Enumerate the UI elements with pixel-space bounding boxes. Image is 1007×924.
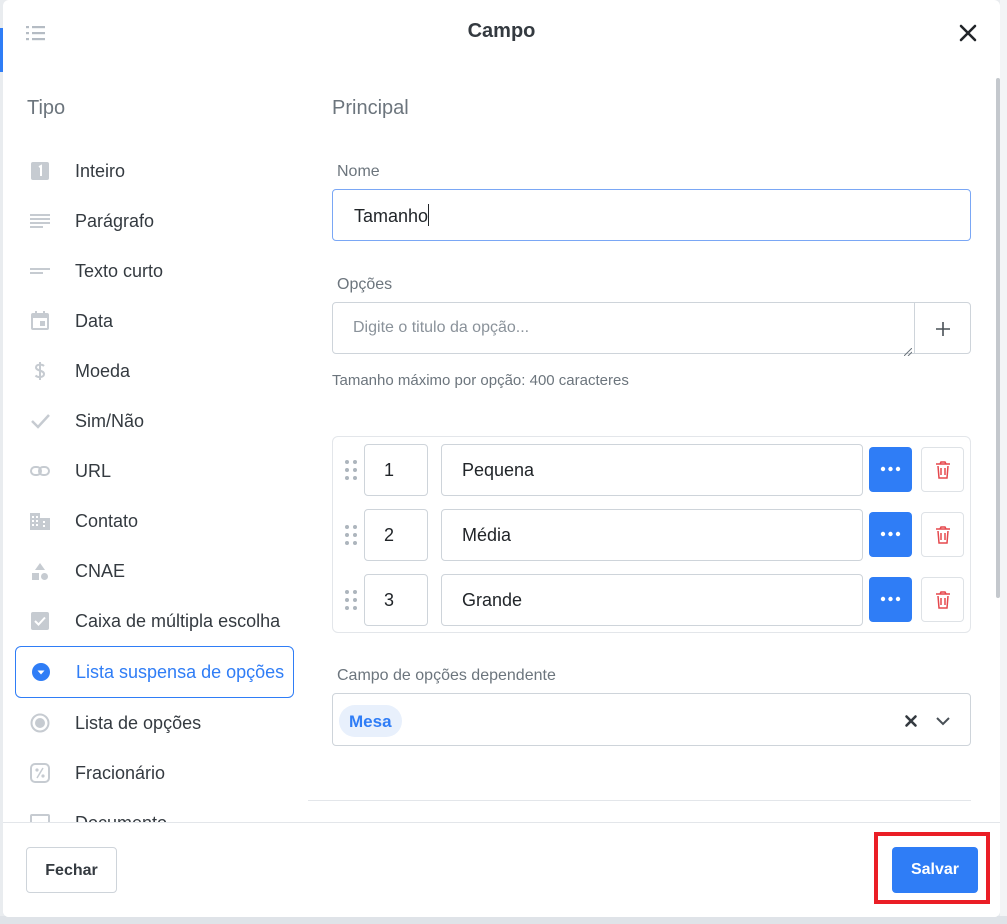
dollar-icon xyxy=(30,361,50,381)
option-delete-button[interactable] xyxy=(921,512,964,557)
document-icon xyxy=(30,813,50,822)
type-item-data[interactable]: Data xyxy=(15,296,294,346)
option-number-input[interactable]: 1 xyxy=(364,444,428,496)
dependent-field-select[interactable]: Mesa xyxy=(332,693,971,746)
options-hint: Tamanho máximo por opção: 400 caracteres xyxy=(332,372,629,389)
type-item-lista-suspensa[interactable]: Lista suspensa de opções xyxy=(15,646,294,698)
modal-title: Campo xyxy=(467,20,536,42)
option-name-input[interactable]: Média xyxy=(441,509,863,561)
type-label: CNAE xyxy=(75,561,126,581)
ellipsis-icon xyxy=(880,596,901,602)
type-item-contato[interactable]: Contato xyxy=(15,496,294,546)
type-list: Inteiro Parágrafo Texto curto Data Moeda xyxy=(15,146,295,822)
ellipsis-icon xyxy=(880,466,901,472)
type-label: Contato xyxy=(75,511,139,531)
option-name-input[interactable]: Pequena xyxy=(441,444,863,496)
option-row: 1 Pequena xyxy=(333,444,970,496)
modal-header: Campo xyxy=(3,0,1000,66)
type-label: Fracionário xyxy=(75,763,166,783)
type-item-lista-opcoes[interactable]: Lista de opções xyxy=(15,698,294,748)
scrollbar[interactable] xyxy=(996,78,1000,598)
building-icon xyxy=(30,511,50,531)
drag-handle-icon[interactable] xyxy=(343,523,359,547)
option-more-button[interactable] xyxy=(869,512,912,557)
section-heading: Principal xyxy=(332,97,409,119)
background-page-bottom xyxy=(0,916,1007,924)
close-icon[interactable] xyxy=(955,20,981,46)
type-label: Moeda xyxy=(75,361,131,381)
option-row: 2 Média xyxy=(333,509,970,561)
type-label: Lista de opções xyxy=(75,713,202,733)
option-row: 3 Grande xyxy=(333,574,970,626)
drag-handle-icon[interactable] xyxy=(343,458,359,482)
type-label: Inteiro xyxy=(75,161,126,181)
option-title-textarea[interactable]: Digite o titulo da opção... xyxy=(332,302,915,357)
add-option-button[interactable] xyxy=(914,302,971,354)
type-item-fracionario[interactable]: Fracionário xyxy=(15,748,294,798)
options-label: Opções xyxy=(337,276,393,293)
type-label: Parágrafo xyxy=(75,211,155,231)
background-page-edge xyxy=(1000,0,1007,924)
type-label: Sim/Não xyxy=(75,411,145,431)
radio-icon xyxy=(30,713,50,733)
field-modal: Campo Tipo Inteiro Parágrafo Texto curto xyxy=(3,0,1000,917)
type-item-texto-curto[interactable]: Texto curto xyxy=(15,246,294,296)
option-delete-button[interactable] xyxy=(921,447,964,492)
shapes-icon xyxy=(30,561,50,581)
type-label: Lista suspensa de opções xyxy=(76,662,285,682)
type-item-url[interactable]: URL xyxy=(15,446,294,496)
dropdown-circle-icon xyxy=(31,662,51,682)
type-label: Documento xyxy=(75,813,167,822)
option-delete-button[interactable] xyxy=(921,577,964,622)
name-value: Tamanho xyxy=(354,206,429,226)
modal-footer: Fechar Salvar xyxy=(3,822,1000,917)
number-one-icon xyxy=(30,161,50,181)
trash-icon xyxy=(936,526,950,544)
fraction-icon xyxy=(30,763,50,783)
type-label: Caixa de múltipla escolha xyxy=(75,611,281,631)
type-label: Data xyxy=(75,311,114,331)
option-placeholder: Digite o titulo da opção... xyxy=(353,319,530,336)
type-item-sim-nao[interactable]: Sim/Não xyxy=(15,396,294,446)
divider xyxy=(308,800,971,801)
selected-chip: Mesa xyxy=(339,705,402,737)
paragraph-icon xyxy=(30,211,50,231)
name-input[interactable]: Tamanho xyxy=(332,189,971,241)
type-label: URL xyxy=(75,461,112,481)
link-icon xyxy=(30,461,50,481)
type-label: Texto curto xyxy=(75,261,164,281)
resize-handle-icon[interactable] xyxy=(903,343,913,357)
ellipsis-icon xyxy=(880,531,901,537)
checkbox-icon xyxy=(30,611,50,631)
option-number-input[interactable]: 3 xyxy=(364,574,428,626)
clear-icon[interactable] xyxy=(903,713,919,729)
type-item-cnae[interactable]: CNAE xyxy=(15,546,294,596)
short-text-icon xyxy=(30,261,50,281)
type-heading: Tipo xyxy=(27,97,66,119)
check-icon xyxy=(30,411,50,431)
type-item-inteiro[interactable]: Inteiro xyxy=(15,146,294,196)
trash-icon xyxy=(936,461,950,479)
plus-icon xyxy=(936,322,950,336)
text-caret xyxy=(428,204,430,226)
name-label: Nome xyxy=(337,163,380,180)
trash-icon xyxy=(936,591,950,609)
type-item-caixa-multipla[interactable]: Caixa de múltipla escolha xyxy=(15,596,294,646)
type-item-documento[interactable]: Documento xyxy=(15,798,294,822)
option-more-button[interactable] xyxy=(869,577,912,622)
dependent-field-label: Campo de opções dependente xyxy=(337,667,556,684)
save-button[interactable]: Salvar xyxy=(892,847,978,893)
options-list: 1 Pequena 2 Média 3 Grande xyxy=(332,436,971,633)
type-item-moeda[interactable]: Moeda xyxy=(15,346,294,396)
close-button[interactable]: Fechar xyxy=(26,847,117,893)
option-more-button[interactable] xyxy=(869,447,912,492)
type-item-paragrafo[interactable]: Parágrafo xyxy=(15,196,294,246)
calendar-icon xyxy=(30,311,50,331)
option-name-input[interactable]: Grande xyxy=(441,574,863,626)
drag-handle-icon[interactable] xyxy=(343,588,359,612)
option-number-input[interactable]: 2 xyxy=(364,509,428,561)
chevron-down-icon[interactable] xyxy=(934,712,952,730)
